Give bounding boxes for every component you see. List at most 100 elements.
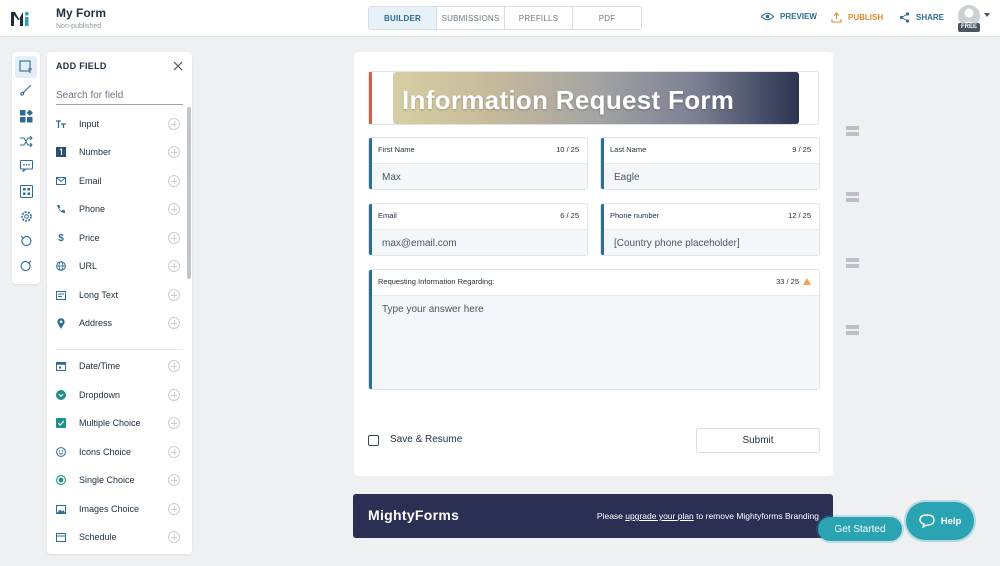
add-icon[interactable] [168,360,180,372]
first-name-field[interactable]: First Name 10 / 25 Max [368,137,588,190]
email-label: Email [378,211,397,220]
add-icon[interactable] [168,260,180,272]
mightyforms-logo-icon[interactable] [10,9,30,29]
shuffle-icon[interactable] [18,133,34,149]
tab-submissions[interactable]: SUBMISSIONS [437,7,505,29]
add-icon[interactable] [168,289,180,301]
add-icon[interactable] [168,417,180,429]
last-name-label: Last Name [610,145,647,154]
preview-button[interactable]: PREVIEW [761,12,817,21]
dropdown-icon [56,390,66,400]
field-item-input[interactable]: Input [56,114,180,134]
close-icon[interactable] [173,61,183,71]
add-icon[interactable] [168,175,180,187]
add-field-icon[interactable] [15,56,37,78]
first-name-input[interactable]: Max [372,163,587,189]
add-icon[interactable] [168,232,180,244]
last-name-input[interactable]: Eagle [604,163,819,189]
paint-brush-icon[interactable] [18,82,34,98]
number-icon [56,147,66,157]
form-banner[interactable]: Information Request Form [393,72,799,124]
top-bar: My Form Non-published BUILDER SUBMISSION… [0,0,1000,37]
request-label: Requesting Information Regarding: [378,277,495,286]
get-started-button[interactable]: Get Started [818,517,902,541]
field-item-schedule[interactable]: Schedule [56,527,180,547]
tool-strip [12,52,40,284]
drag-handle-row-2[interactable] [846,192,859,203]
field-item-images-choice[interactable]: Images Choice [56,499,180,519]
add-icon[interactable] [168,531,180,543]
publish-button[interactable]: PUBLISH [831,12,883,23]
field-item-date-time[interactable]: Date/Time [56,356,180,376]
request-field[interactable]: Requesting Information Regarding: 33 / 2… [368,269,820,390]
email-input[interactable]: max@email.com [372,229,587,255]
panel-scrollbar[interactable] [187,107,191,279]
search-field-input[interactable] [56,87,183,105]
apps-icon[interactable] [18,183,34,199]
add-icon[interactable] [168,474,180,486]
phone-input[interactable]: [Country phone placeholder] [604,229,819,255]
first-name-label: First Name [378,145,415,154]
add-icon[interactable] [168,389,180,401]
field-item-icons-choice[interactable]: Icons Choice [56,442,180,462]
request-textarea[interactable]: Type your answer here [372,295,819,389]
tab-prefills[interactable]: PREFILLS [505,7,573,29]
phone-field[interactable]: Phone number 12 / 25 [Country phone plac… [600,203,820,256]
phone-icon [56,204,66,214]
drag-handle-row-3[interactable] [846,258,859,269]
first-name-count: 10 / 25 [556,145,579,154]
add-icon[interactable] [168,203,180,215]
drag-handle-row-1[interactable] [846,126,859,137]
preview-label: PREVIEW [780,12,817,21]
redo-icon[interactable] [18,258,34,274]
field-item-number[interactable]: Number [56,142,180,162]
field-item-long-text[interactable]: Long Text [56,285,180,305]
tab-builder[interactable]: BUILDER [369,7,437,29]
add-icon[interactable] [168,503,180,515]
field-item-single-choice[interactable]: Single Choice [56,470,180,490]
form-status: Non-published [56,23,102,30]
panel-divider [56,349,183,350]
widgets-icon[interactable] [18,108,34,124]
field-item-price[interactable]: $ Price [56,228,180,248]
undo-icon[interactable] [18,233,34,249]
tab-pdf[interactable]: PDF [573,7,641,29]
help-button[interactable]: Help [906,502,974,540]
save-resume-label: Save & Resume [390,434,463,445]
add-icon[interactable] [168,146,180,158]
view-tabs: BUILDER SUBMISSIONS PREFILLS PDF [368,6,642,30]
field-item-label: Address [79,318,113,328]
share-button[interactable]: SHARE [899,12,944,23]
add-icon[interactable] [168,446,180,458]
field-item-address[interactable]: Address [56,313,180,333]
publish-label: PUBLISH [848,13,884,22]
field-item-label: Price [79,233,100,243]
form-title[interactable]: My Form [56,6,106,20]
upload-icon [831,12,842,23]
radio-icon [56,475,66,485]
field-item-label: Number [79,147,112,157]
upgrade-plan-link[interactable]: upgrade your plan [625,511,694,521]
field-item-email[interactable]: Email [56,171,180,191]
save-resume-checkbox[interactable] [368,435,379,446]
plan-badge: FREE [958,23,980,32]
settings-icon[interactable] [18,208,34,224]
field-item-label: Multiple Choice [79,418,141,428]
drag-handle-row-4[interactable] [846,325,859,336]
form-header[interactable]: Information Request Form [368,71,819,125]
add-icon[interactable] [168,118,180,130]
field-item-label: Schedule [79,532,117,542]
add-icon[interactable] [168,317,180,329]
submit-button[interactable]: Submit [696,428,820,453]
field-item-phone[interactable]: Phone [56,199,180,219]
account-dropdown-icon[interactable] [984,13,990,17]
last-name-field[interactable]: Last Name 9 / 25 Eagle [600,137,820,190]
field-item-url[interactable]: URL [56,256,180,276]
share-icon [899,12,910,23]
text-icon [56,119,66,129]
globe-icon [56,261,66,271]
field-item-dropdown[interactable]: Dropdown [56,385,180,405]
field-item-multiple-choice[interactable]: Multiple Choice [56,413,180,433]
message-icon[interactable] [18,158,34,174]
email-field[interactable]: Email 6 / 25 max@email.com [368,203,588,256]
